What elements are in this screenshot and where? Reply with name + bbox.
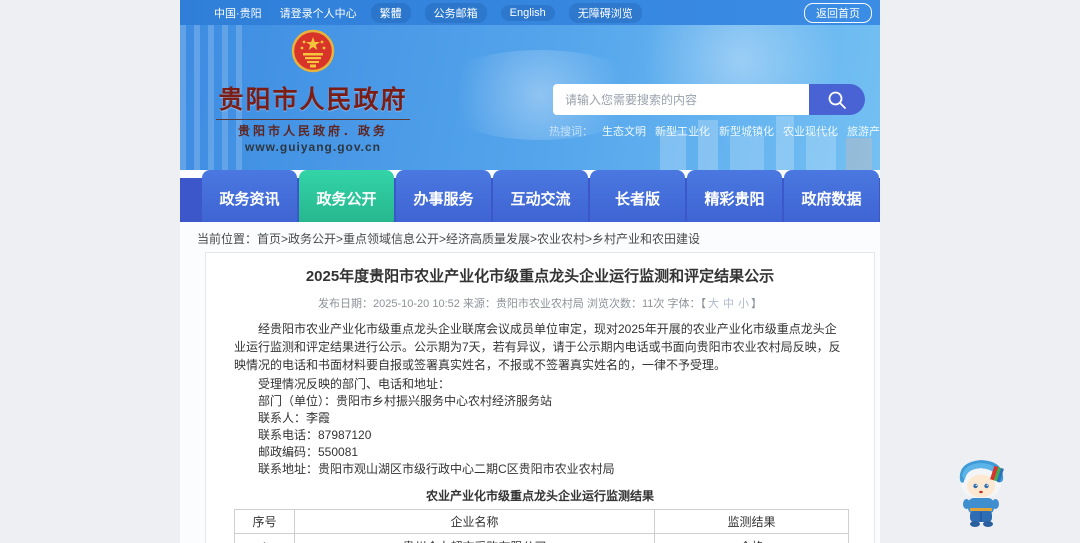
paragraph-department: 部门（单位）：贵阳市乡村振兴服务中心农村经济服务站 [258,394,553,408]
paragraph-postcode: 邮政编码：550081 [258,445,359,459]
meta-views: 11次 [642,298,665,310]
nav-tab-services[interactable]: 办事服务 [396,170,491,222]
meta-source-label: 来源： [462,298,496,310]
header-seq: 序号 [234,509,295,534]
article-card: 2025年度贵阳市农业产业化市级重点龙头企业运行监测和评定结果公示 发布日期：2… [205,252,875,543]
link-english[interactable]: English [500,4,555,21]
site-url: www.guiyang.gov.cn [244,140,381,154]
site-logo[interactable]: 贵阳市人民政府 贵阳市人民政府．政务 www.guiyang.gov.cn [208,27,418,154]
hot-word-industrialization[interactable]: 新型工业化 [655,126,710,138]
header-result: 监测结果 [654,509,849,534]
meta-font-close: 】 [750,298,762,310]
meta-date: 2025-10-20 10:52 [373,298,460,310]
table-row: 1 贵州合力超市采购有限公司 合格 [234,533,849,543]
link-official-mail[interactable]: 公务邮箱 [424,2,487,23]
paragraph-contact-intro: 受理情况反映的部门、电话和地址： [258,377,451,391]
font-size-large-button[interactable]: 大 [708,298,719,310]
site-subtitle: 贵阳市人民政府．政务 [237,124,388,138]
site-banner: 贵阳市人民政府 贵阳市人民政府．政务 www.guiyang.gov.cn 热搜… [180,25,880,170]
hot-search-label: 热搜词： [549,126,593,138]
monitoring-result-table: 序号 企业名称 监测结果 1 贵州合力超市采购有限公司 合格 2 贵州友禾种业有… [234,509,849,543]
hot-search-row: 热搜词：生态文明新型工业化新型城镇化农业现代化旅游产业化贵阳简介 [549,123,880,139]
article-meta: 发布日期：2025-10-20 10:52 来源：贵阳市农业农村局 浏览次数：1… [234,295,846,311]
hot-word-ecology[interactable]: 生态文明 [602,126,646,138]
page-content: 当前位置：首页>政务公开>重点领域信息公开>经济高质量发展>农业农村>乡村产业和… [180,222,880,543]
paragraph-contact-person: 联系人：李霞 [258,411,331,425]
search-bar [553,84,865,115]
hot-word-urbanization[interactable]: 新型城镇化 [719,126,774,138]
link-accessibility[interactable]: 无障碍浏览 [568,2,642,23]
table-header-row: 序号 企业名称 监测结果 [234,509,849,534]
meta-views-label: 浏览次数： [587,298,642,310]
article-title: 2025年度贵阳市农业产业化市级重点龙头企业运行监测和评定结果公示 [305,268,775,285]
article-body: 经贵阳市农业产业化市级重点龙头企业联席会议成员单位审定，现对2025年开展的农业… [234,320,846,478]
search-input[interactable] [553,84,809,115]
search-button[interactable] [809,84,865,115]
mascot-widget[interactable] [950,450,1014,530]
back-to-home-button[interactable]: 返回首页 [804,2,872,23]
meta-font-label: 字体：【 [667,298,706,310]
national-emblem-icon [291,29,335,73]
paragraph-announcement: 经贵阳市农业产业化市级重点龙头企业联席会议成员单位审定，现对2025年开展的农业… [234,322,841,372]
hot-word-tourism[interactable]: 旅游产业化 [847,126,880,138]
breadcrumb: 当前位置：首页>政务公开>重点领域信息公开>经济高质量发展>农业农村>乡村产业和… [197,230,700,247]
nav-tab-news[interactable]: 政务资讯 [202,170,297,222]
breadcrumb-path[interactable]: 首页>政务公开>重点领域信息公开>经济高质量发展>农业农村>乡村产业和农田建设 [257,232,700,246]
nav-tab-gov-affairs[interactable]: 政务公开 [299,170,394,222]
cell-company: 贵州合力超市采购有限公司 [294,533,655,543]
site-viewport: 中国·贵阳 请登录个人中心 繁體 公务邮箱 English 无障碍浏览 返回首页 [180,0,880,543]
cell-seq: 1 [234,533,295,543]
meta-source: 贵阳市农业农村局 [495,298,584,310]
header-company: 企业名称 [294,509,655,534]
nav-tab-interaction[interactable]: 互动交流 [493,170,588,222]
table-caption: 农业产业化市级重点龙头企业运行监测结果 [425,489,654,503]
nav-tab-senior[interactable]: 长者版 [590,170,685,222]
top-utility-bar: 中国·贵阳 请登录个人中心 繁體 公务邮箱 English 无障碍浏览 返回首页 [180,0,880,25]
mascot-icon [959,460,1004,527]
cityscape-decoration [650,112,880,170]
nav-tab-gov-data[interactable]: 政府数据 [784,170,879,222]
nav-tab-highlights[interactable]: 精彩贵阳 [687,170,782,222]
font-size-small-button[interactable]: 小 [738,298,749,310]
search-icon [828,91,846,109]
site-name: 贵阳市人民政府 [218,86,408,114]
paragraph-address: 联系地址：贵阳市观山湖区市级行政中心二期C区贵阳市农业农村局 [258,462,615,476]
cell-result: 合格 [654,533,849,543]
meta-date-label: 发布日期： [318,298,374,310]
logo-divider [216,119,410,120]
link-traditional-chinese[interactable]: 繁體 [370,2,411,23]
hot-word-agriculture[interactable]: 农业现代化 [783,126,838,138]
paragraph-phone: 联系电话：87987120 [258,428,372,442]
breadcrumb-label: 当前位置： [197,232,258,246]
font-size-medium-button[interactable]: 中 [723,298,734,310]
link-login-personal-center[interactable]: 请登录个人中心 [280,5,357,21]
link-china-guiyang[interactable]: 中国·贵阳 [214,5,262,21]
